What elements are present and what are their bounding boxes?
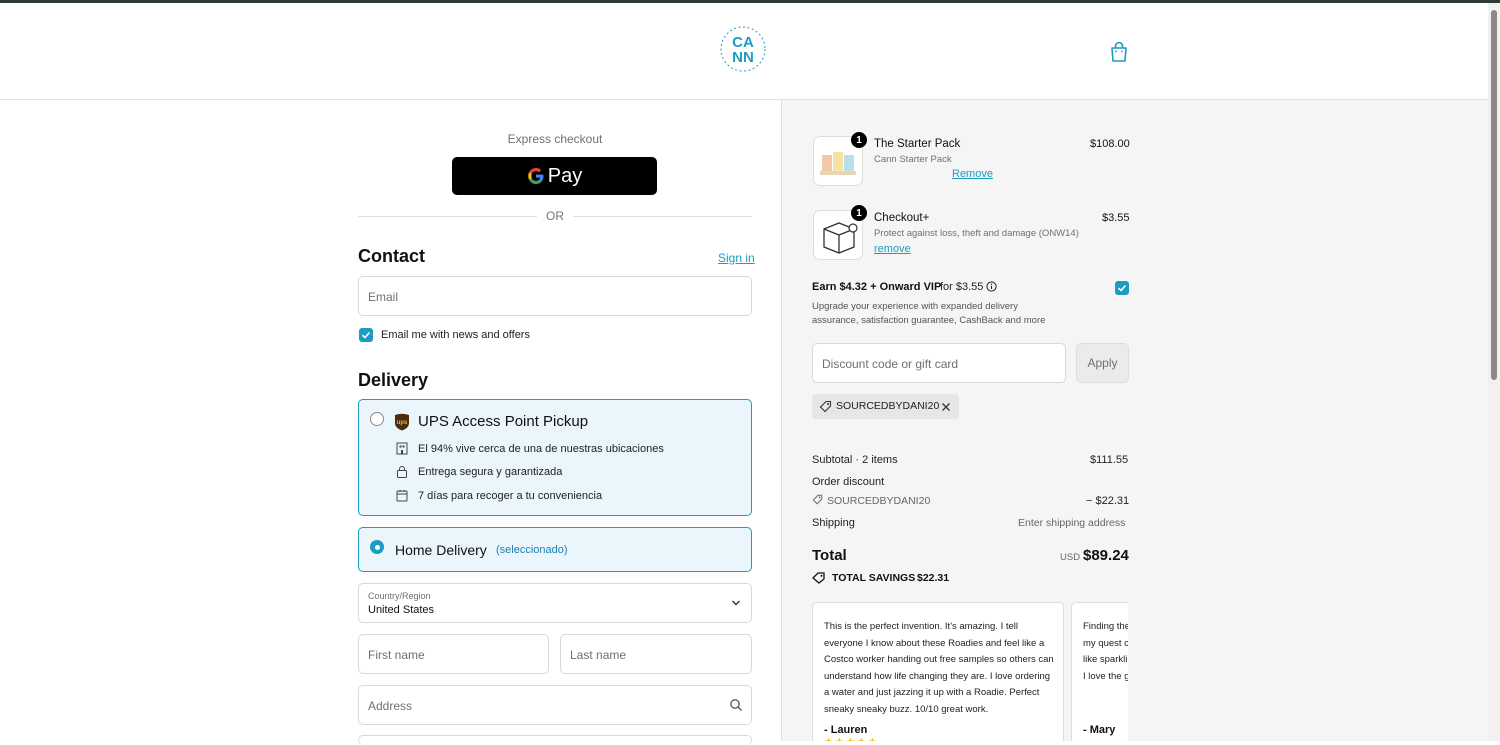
subtotal-value: $111.55 (1090, 454, 1129, 466)
review-author: - Lauren (824, 724, 868, 736)
ups-feature-3: 7 días para recoger a tu conveniencia (418, 490, 603, 502)
building-icon (396, 442, 408, 455)
review-stars: ★★★★★ (824, 737, 879, 741)
discount-placeholder: Discount code or gift card (822, 357, 959, 371)
first-name-placeholder: First name (368, 648, 425, 662)
country-region-select[interactable]: Country/Region United States (358, 583, 752, 623)
savings-tag-icon (812, 572, 825, 584)
review-line: This is the perfect invention. It's amaz… (824, 621, 1019, 632)
close-icon[interactable] (941, 402, 951, 412)
delivery-heading: Delivery (358, 370, 429, 390)
cart-item-name: Checkout+ (874, 212, 930, 224)
onward-desc-line-1: Upgrade your experience with expanded de… (812, 301, 1018, 312)
review-card: This is the perfect invention. It's amaz… (812, 602, 1064, 741)
review-text: Finding the my quest c like sparkli I lo… (1083, 619, 1128, 685)
applied-discount-tag: SOURCEDBYDANI20 (812, 394, 959, 419)
shopping-bag-icon[interactable] (1108, 40, 1130, 64)
review-line: everyone I know about these Roadies and … (824, 637, 1045, 649)
cart-item-variant: Protect against loss, theft and damage (… (874, 228, 1079, 239)
onward-vip-checkbox[interactable] (1115, 281, 1129, 295)
home-delivery-radio[interactable] (370, 540, 384, 554)
home-delivery-title: Home Delivery (395, 542, 487, 558)
total-label: Total (812, 547, 847, 564)
or-separator: OR (537, 209, 573, 223)
onward-vip-price-note: for $3.55 (940, 281, 984, 293)
country-value: United States (368, 604, 435, 616)
email-field[interactable]: Email (358, 276, 752, 316)
review-line: sneaky sneaky buzz. 10/10 great work. (824, 703, 989, 715)
address-field[interactable]: Address (358, 685, 752, 725)
order-discount-value: − $22.31 (1086, 495, 1130, 507)
newsletter-label: Email me with news and offers (381, 329, 530, 341)
discount-code-input[interactable]: Discount code or gift card (812, 343, 1066, 383)
quantity-badge: 1 (851, 205, 867, 221)
remove-item-link[interactable]: remove (874, 243, 911, 255)
review-card: Finding the my quest c like sparkli I lo… (1071, 602, 1128, 741)
first-name-field[interactable]: First name (358, 634, 549, 674)
tag-icon (819, 400, 832, 413)
review-line: a water and just jazzing it up with a Ro… (824, 687, 1040, 698)
cann-logo[interactable]: CA NN (718, 18, 768, 80)
quantity-badge: 1 (851, 132, 867, 148)
total-value: $89.24 (1083, 547, 1129, 564)
subtotal-label: Subtotal · 2 items (812, 454, 898, 466)
total-currency: USD (1060, 552, 1081, 563)
shipping-label: Shipping (812, 517, 855, 529)
review-line: Costco worker handing out free samples s… (824, 654, 1054, 665)
home-delivery-selected-note: (seleccionado) (496, 544, 568, 556)
email-placeholder: Email (368, 290, 399, 304)
ups-pickup-title: UPS Access Point Pickup (418, 413, 589, 430)
express-checkout-label: Express checkout (507, 132, 603, 146)
last-name-placeholder: Last name (570, 648, 627, 662)
cart-item-price: $108.00 (1090, 138, 1130, 150)
total-savings-value: $22.31 (917, 572, 950, 584)
logo-text-bottom: NN (732, 49, 754, 66)
onward-desc-line-2: assurance, satisfaction guarantee, CashB… (812, 315, 1046, 326)
next-field-partial[interactable] (358, 735, 752, 745)
sign-in-link[interactable]: Sign in (718, 251, 755, 265)
apply-discount-button[interactable]: Apply (1076, 343, 1129, 383)
review-line: Finding the (1083, 621, 1128, 632)
review-line: I love the g (1083, 670, 1128, 682)
svg-text:ups: ups (397, 420, 408, 426)
ups-feature-2: Entrega segura y garantizada (418, 466, 563, 478)
reviews-carousel[interactable]: This is the perfect invention. It's amaz… (812, 602, 1128, 741)
cart-item-name: The Starter Pack (874, 138, 961, 150)
shipping-value: Enter shipping address (1018, 517, 1126, 529)
applied-discount-code: SOURCEDBYDANI20 (836, 400, 940, 412)
google-g-icon (528, 168, 544, 184)
ups-pickup-radio[interactable] (370, 412, 384, 426)
search-icon (730, 699, 742, 711)
cart-item-price: $3.55 (1102, 212, 1130, 224)
site-header: CA NN (0, 3, 1488, 100)
review-author: - Mary (1083, 724, 1116, 736)
review-text: This is the perfect invention. It's amaz… (824, 619, 1063, 718)
check-icon (361, 331, 371, 339)
onward-vip-title: Earn $4.32 + Onward VIP (812, 281, 942, 293)
ups-logo-icon: ups (395, 413, 409, 431)
chevron-down-icon (732, 600, 740, 606)
info-icon[interactable] (986, 281, 997, 292)
contact-heading: Contact (358, 246, 425, 266)
review-line: understand how life changing they are. I… (824, 670, 1051, 682)
lock-icon (397, 466, 407, 478)
tag-icon (812, 494, 823, 505)
last-name-field[interactable]: Last name (560, 634, 752, 674)
order-discount-label: Order discount (812, 476, 885, 488)
newsletter-checkbox[interactable] (359, 328, 373, 342)
google-pay-button[interactable]: Pay (452, 157, 657, 195)
google-pay-label: Pay (547, 164, 583, 187)
cart-item-variant: Cann Starter Pack (874, 154, 952, 165)
review-line: like sparkli (1083, 654, 1128, 665)
remove-item-link[interactable]: Remove (952, 168, 993, 180)
address-placeholder: Address (368, 699, 413, 713)
order-discount-code: SOURCEDBYDANI20 (827, 495, 931, 507)
country-label: Country/Region (368, 591, 431, 601)
check-icon (1117, 284, 1127, 292)
review-line: my quest c (1083, 637, 1128, 649)
calendar-icon (396, 490, 408, 502)
scrollbar-thumb[interactable] (1491, 10, 1497, 380)
total-savings-label: TOTAL SAVINGS (832, 572, 916, 584)
ups-feature-1: El 94% vive cerca de una de nuestras ubi… (418, 443, 664, 455)
